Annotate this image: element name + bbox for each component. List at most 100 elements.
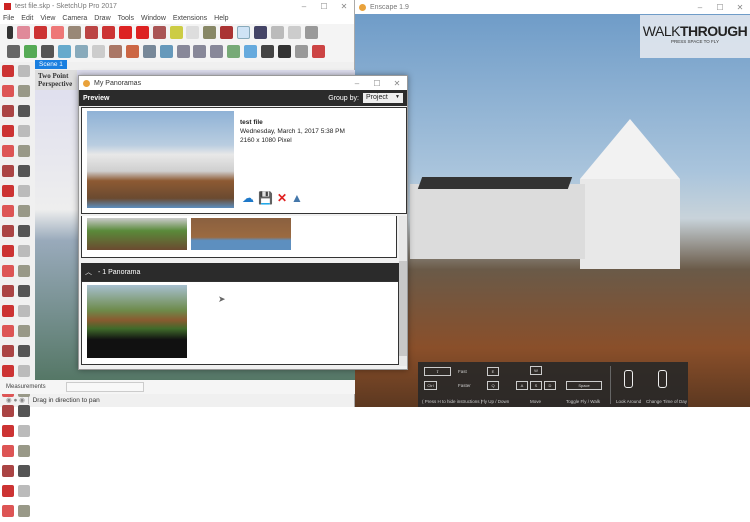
rotate-view-icon[interactable] [295,45,309,58]
left-tool-icon[interactable] [2,125,14,137]
component-icon[interactable] [312,45,326,58]
eraser-tool-icon[interactable] [16,26,30,39]
left-tool-icon[interactable] [18,265,30,277]
left-tool-icon[interactable] [2,365,14,377]
left-tool-icon[interactable] [18,185,30,197]
enscape-minimize-button[interactable]: – [690,3,710,12]
delete-icon[interactable]: ✕ [277,191,287,205]
section-icon[interactable] [271,26,285,39]
left-tool-icon[interactable] [2,85,14,97]
left-tool-icon[interactable] [2,325,14,337]
menu-tools[interactable]: Tools [118,15,134,22]
dialog-minimize-button[interactable]: – [347,79,367,88]
left-tool-icon[interactable] [2,105,14,117]
enscape-close-button[interactable]: ✕ [730,3,750,12]
view-icon[interactable] [176,45,190,58]
select-tool-icon[interactable] [7,26,13,39]
panorama-thumbnail[interactable] [191,218,291,250]
rotate-tool-icon[interactable] [135,26,149,39]
left-tool-icon[interactable] [18,165,30,177]
left-tool-icon[interactable] [18,65,30,77]
scene-tab[interactable]: Scene 1 [35,60,67,69]
left-tool-icon[interactable] [18,225,30,237]
left-tool-icon[interactable] [18,85,30,97]
menu-edit[interactable]: Edit [21,15,33,22]
left-tool-icon[interactable] [18,105,30,117]
feedback-icon[interactable] [244,45,258,58]
measurements-input[interactable] [66,382,144,392]
follow-me-icon[interactable] [101,26,115,39]
upload-cloud-icon[interactable]: ☁ [242,191,254,205]
save-icon[interactable]: 💾 [258,191,273,205]
vr-icon[interactable] [91,45,105,58]
screenshot-icon[interactable] [57,45,71,58]
left-tool-icon[interactable] [18,145,30,157]
link-icon[interactable] [108,45,122,58]
menu-camera[interactable]: Camera [62,15,87,22]
left-tool-icon[interactable] [18,205,30,217]
view2-icon[interactable] [193,45,207,58]
left-tool-icon[interactable] [2,65,14,77]
arc-tool-icon[interactable] [50,26,64,39]
scrollbar[interactable] [399,216,407,366]
move-tool-icon[interactable] [118,26,132,39]
check-icon[interactable] [305,26,319,39]
panorama-upload-icon[interactable] [159,45,173,58]
panorama-thumbnail[interactable] [87,285,187,358]
left-tool-icon[interactable] [2,245,14,257]
left-tool-icon[interactable] [2,145,14,157]
left-tool-icon[interactable] [2,445,14,457]
dialog-maximize-button[interactable]: ☐ [367,79,387,88]
export-icon[interactable] [74,45,88,58]
left-tool-icon[interactable] [18,245,30,257]
zoom-tool-icon[interactable] [254,26,268,39]
left-tool-icon[interactable] [2,425,14,437]
left-tool-icon[interactable] [18,325,30,337]
left-tool-icon[interactable] [2,505,14,517]
pan-icon[interactable] [237,26,251,39]
maximize-button[interactable]: ☐ [314,2,334,11]
rectangle-tool-icon[interactable] [67,26,81,39]
enscape-maximize-button[interactable]: ☐ [710,3,730,12]
settings-icon[interactable] [261,45,275,58]
left-tool-icon[interactable] [2,205,14,217]
menu-view[interactable]: View [40,15,55,22]
menu-file[interactable]: File [3,15,14,22]
left-tool-icon[interactable] [2,185,14,197]
minimize-button[interactable]: – [294,2,314,11]
close-button[interactable]: ✕ [334,2,354,11]
left-tool-icon[interactable] [2,465,14,477]
extension-icon[interactable] [288,26,302,39]
pencil-tool-icon[interactable] [33,26,47,39]
left-tool-icon[interactable] [18,505,30,517]
panorama-icon[interactable] [142,45,156,58]
left-tool-icon[interactable] [18,285,30,297]
open-panorama-icon[interactable]: ▲ [291,191,303,205]
left-tool-icon[interactable] [2,285,14,297]
sync-icon[interactable] [23,45,37,58]
left-tool-icon[interactable] [18,445,30,457]
left-tool-icon[interactable] [18,305,30,317]
left-tool-icon[interactable] [18,425,30,437]
material-icon[interactable] [278,45,292,58]
left-tool-icon[interactable] [18,365,30,377]
text-tool-icon[interactable] [186,26,200,39]
tape-measure-icon[interactable] [169,26,183,39]
group-header[interactable]: ︿ - 1 Panorama [81,263,399,281]
collapse-icon[interactable]: ︿ [85,267,92,277]
camera-icon[interactable] [40,45,54,58]
left-tool-icon[interactable] [2,305,14,317]
left-tool-icon[interactable] [18,125,30,137]
menu-draw[interactable]: Draw [94,15,110,22]
view3-icon[interactable] [210,45,224,58]
left-tool-icon[interactable] [2,165,14,177]
menu-extensions[interactable]: Extensions [173,15,207,22]
group-by-select[interactable]: Project ▼ [363,93,403,103]
left-tool-icon[interactable] [2,485,14,497]
left-tool-icon[interactable] [18,465,30,477]
panorama-thumbnail[interactable] [87,218,187,250]
scale-tool-icon[interactable] [152,26,166,39]
enscape-start-icon[interactable] [7,45,20,58]
menu-help[interactable]: Help [214,15,228,22]
list-icon[interactable] [227,45,241,58]
